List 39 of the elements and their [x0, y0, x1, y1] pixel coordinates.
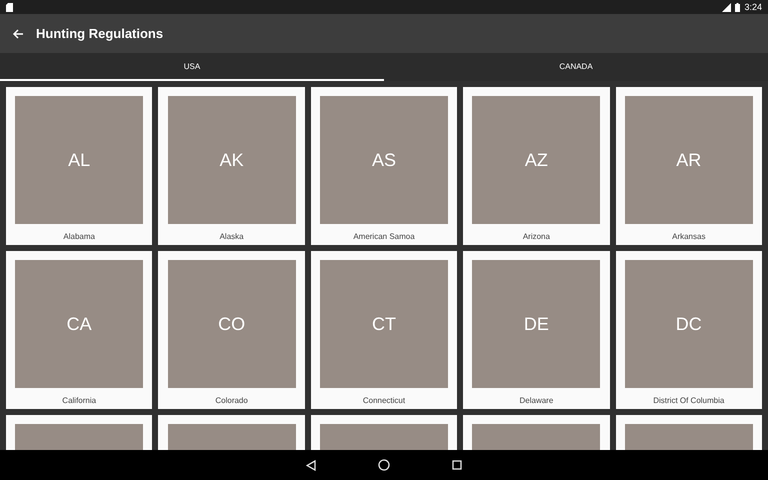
state-code: AR — [676, 150, 702, 170]
state-code: DC — [676, 314, 702, 334]
state-code: CA — [66, 314, 92, 334]
app-title: Hunting Regulations — [36, 26, 164, 41]
back-icon[interactable] — [306, 460, 316, 470]
state-name: District Of Columbia — [653, 396, 724, 405]
sd-card-icon — [6, 2, 13, 12]
state-card[interactable]: AS American Samoa — [310, 87, 458, 245]
state-card[interactable]: CT Connecticut — [310, 251, 458, 409]
state-card[interactable]: DC District Of Columbia — [616, 251, 762, 409]
state-card[interactable]: CA California — [6, 251, 152, 409]
home-icon[interactable] — [378, 459, 390, 471]
state-name: California — [62, 396, 96, 405]
state-name: Arizona — [522, 232, 550, 241]
state-name: Delaware — [519, 396, 554, 405]
state-card[interactable]: AK Alaska — [158, 87, 305, 245]
state-name: Alaska — [220, 232, 244, 241]
signal-icon — [722, 2, 732, 12]
battery-icon — [735, 2, 740, 12]
state-code: CT — [372, 314, 396, 334]
state-name: Alabama — [63, 232, 95, 241]
state-code: AZ — [524, 150, 548, 170]
state-card[interactable]: AZ Arizona — [463, 87, 610, 245]
state-name: Connecticut — [362, 396, 406, 405]
state-card[interactable]: AL Alabama — [6, 87, 152, 245]
state-card[interactable]: CO Colorado — [158, 251, 305, 409]
state-code: DE — [524, 314, 549, 334]
status-time: 3:24 — [744, 2, 762, 12]
state-name: American Samoa — [353, 232, 415, 241]
state-code: AS — [372, 150, 396, 170]
state-code: AK — [220, 150, 244, 170]
state-name: Arkansas — [672, 232, 706, 241]
state-code: AL — [68, 150, 90, 170]
state-card[interactable]: DE Delaware — [463, 251, 610, 409]
state-name: Colorado — [215, 396, 248, 405]
back-arrow-icon[interactable] — [12, 28, 24, 40]
recents-icon[interactable] — [452, 460, 462, 470]
state-code: CO — [218, 314, 246, 334]
state-card[interactable]: AR Arkansas — [616, 87, 762, 245]
